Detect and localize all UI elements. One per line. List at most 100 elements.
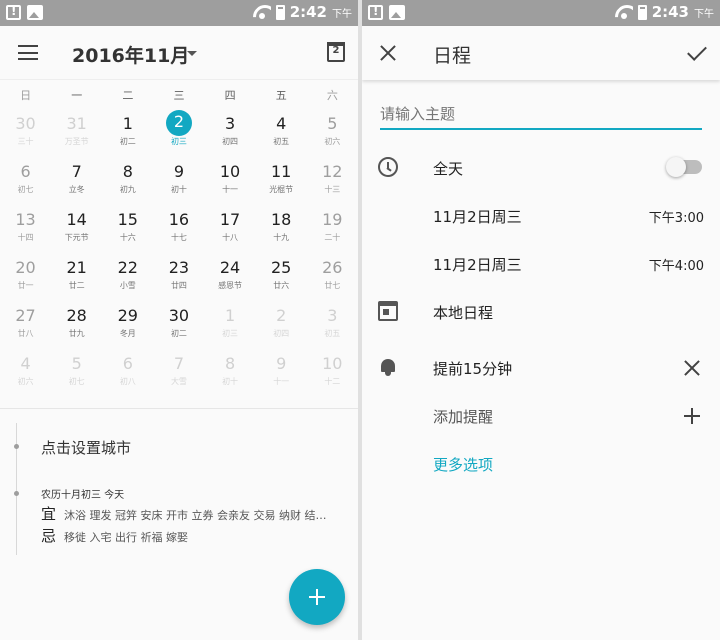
lunar-day: 初七 [17, 185, 34, 194]
lunar-day: 初二 [170, 329, 187, 338]
calendar-day[interactable]: 14 下元节 [51, 206, 102, 254]
calendar-day[interactable]: 30 三十 [0, 110, 51, 158]
lunar-day: 初二 [119, 137, 136, 146]
remove-reminder-icon[interactable] [684, 360, 700, 376]
today-calendar-icon[interactable]: 2 [327, 42, 345, 62]
calendar-day[interactable]: 8 初十 [205, 350, 256, 398]
day-number: 1 [224, 306, 236, 325]
lunar-day: 下元节 [64, 233, 89, 242]
day-number: 13 [15, 210, 36, 229]
calendar-day[interactable]: 11 光棍节 [256, 158, 307, 206]
close-icon[interactable] [380, 45, 396, 61]
timeline-dot [14, 491, 19, 496]
calendar-day[interactable]: 13 十四 [0, 206, 51, 254]
calendar-day[interactable]: 22 小雪 [102, 254, 153, 302]
lunar-day: 万圣节 [64, 137, 89, 146]
calendar-day[interactable]: 7 立冬 [51, 158, 102, 206]
calendar-day[interactable]: 9 初十 [153, 158, 204, 206]
weekday-label: 五 [275, 89, 287, 102]
calendar-day[interactable]: 10 十一 [205, 158, 256, 206]
calendar-day[interactable]: 2 初四 [256, 302, 307, 350]
alert-icon [6, 4, 21, 20]
day-number: 24 [219, 258, 241, 277]
calendar-day[interactable]: 7 大雪 [153, 350, 204, 398]
calendar-day[interactable]: 15 十六 [102, 206, 153, 254]
subject-input[interactable] [380, 100, 702, 130]
calendar-day[interactable]: 6 初七 [0, 158, 51, 206]
lunar-day: 初三 [222, 329, 239, 338]
day-number: 29 [117, 306, 138, 325]
reminder-label: 提前15分钟 [433, 360, 513, 378]
lunar-day: 二十 [324, 233, 341, 242]
more-options-row[interactable]: 更多选项 [362, 444, 720, 484]
calendar-day[interactable]: 29 冬月 [102, 302, 153, 350]
add-reminder-row[interactable]: 添加提醒 [362, 396, 720, 436]
calendar-day[interactable]: 9 十一 [256, 350, 307, 398]
all-day-row[interactable]: 全天 [362, 148, 720, 188]
calendar-day[interactable]: 6 初八 [102, 350, 153, 398]
calendar-day[interactable]: 28 廿九 [51, 302, 102, 350]
end-date[interactable]: 11月2日周三 [433, 254, 522, 275]
menu-icon[interactable] [18, 45, 38, 60]
day-number: 22 [117, 258, 138, 277]
calendar-day[interactable]: 18 十九 [256, 206, 307, 254]
calendar-day[interactable]: 5 初七 [51, 350, 102, 398]
all-day-toggle[interactable] [666, 157, 702, 177]
set-city-link[interactable]: 点击设置城市 [41, 437, 131, 458]
calendar-row[interactable]: 本地日程 [362, 292, 720, 332]
add-reminder-icon[interactable] [684, 408, 700, 424]
add-reminder-label: 添加提醒 [433, 408, 494, 426]
lunar-day: 初十 [222, 377, 239, 386]
start-date[interactable]: 11月2日周三 [433, 206, 522, 227]
calendar-day[interactable]: 31 万圣节 [51, 110, 102, 158]
calendar-day[interactable]: 4 初五 [256, 110, 307, 158]
calendar-day[interactable]: 21 廿二 [51, 254, 102, 302]
day-number: 7 [71, 162, 82, 181]
calendar-day[interactable]: 27 廿八 [0, 302, 51, 350]
lunar-day: 十二 [324, 377, 341, 386]
lunar-day: 十一 [273, 377, 290, 386]
day-info-panel: 点击设置城市 农历十月初三 今天 宜沐浴 理发 冠笄 安床 开市 立券 会亲友 … [0, 409, 358, 589]
calendar-day-selected[interactable]: 2 初三 [153, 110, 204, 158]
calendar-day[interactable]: 1 初二 [102, 110, 153, 158]
lunar-day: 初四 [222, 137, 239, 146]
add-event-button[interactable] [289, 569, 345, 625]
calendar-day[interactable]: 17 十八 [205, 206, 256, 254]
calendar-day[interactable]: 1 初三 [205, 302, 256, 350]
calendar-day[interactable]: 30 初二 [153, 302, 204, 350]
calendar-day[interactable]: 16 十七 [153, 206, 204, 254]
day-number: 4 [20, 354, 31, 373]
calendar-day[interactable]: 26 廿七 [307, 254, 358, 302]
day-number: 11 [271, 162, 292, 181]
day-number: 2 [276, 306, 287, 325]
lunar-day: 初九 [119, 185, 136, 194]
calendar-day[interactable]: 5 初六 [307, 110, 358, 158]
calendar-day[interactable]: 4 初六 [0, 350, 51, 398]
calendar-day[interactable]: 24 感恩节 [205, 254, 256, 302]
calendar-day[interactable]: 20 廿一 [0, 254, 51, 302]
day-number: 27 [15, 306, 36, 325]
lunar-day: 十九 [273, 233, 290, 242]
month-title[interactable]: 2016年11月 [72, 41, 189, 68]
lunar-day: 三十 [17, 137, 34, 146]
calendar-day[interactable]: 25 廿六 [256, 254, 307, 302]
end-time[interactable]: 下午4:00 [649, 255, 704, 274]
lunar-day: 十四 [17, 233, 34, 242]
confirm-check-icon[interactable] [687, 41, 707, 61]
calendar-label: 本地日程 [433, 304, 494, 322]
lunar-day: 冬月 [119, 329, 136, 338]
calendar-day[interactable]: 3 初四 [205, 110, 256, 158]
start-time[interactable]: 下午3:00 [649, 207, 704, 226]
more-options-link[interactable]: 更多选项 [433, 454, 493, 475]
calendar-day[interactable]: 12 十三 [307, 158, 358, 206]
calendar-day[interactable]: 3 初五 [307, 302, 358, 350]
lunar-day: 初四 [273, 329, 290, 338]
day-number: 7 [173, 354, 185, 373]
status-bar: 2:43 下午 [362, 0, 720, 26]
reminder-row[interactable]: 提前15分钟 [362, 348, 720, 388]
dropdown-caret-icon[interactable] [187, 51, 197, 56]
calendar-day[interactable]: 19 二十 [307, 206, 358, 254]
calendar-day[interactable]: 8 初九 [102, 158, 153, 206]
calendar-day[interactable]: 10 十二 [307, 350, 358, 398]
calendar-day[interactable]: 23 廿四 [153, 254, 204, 302]
